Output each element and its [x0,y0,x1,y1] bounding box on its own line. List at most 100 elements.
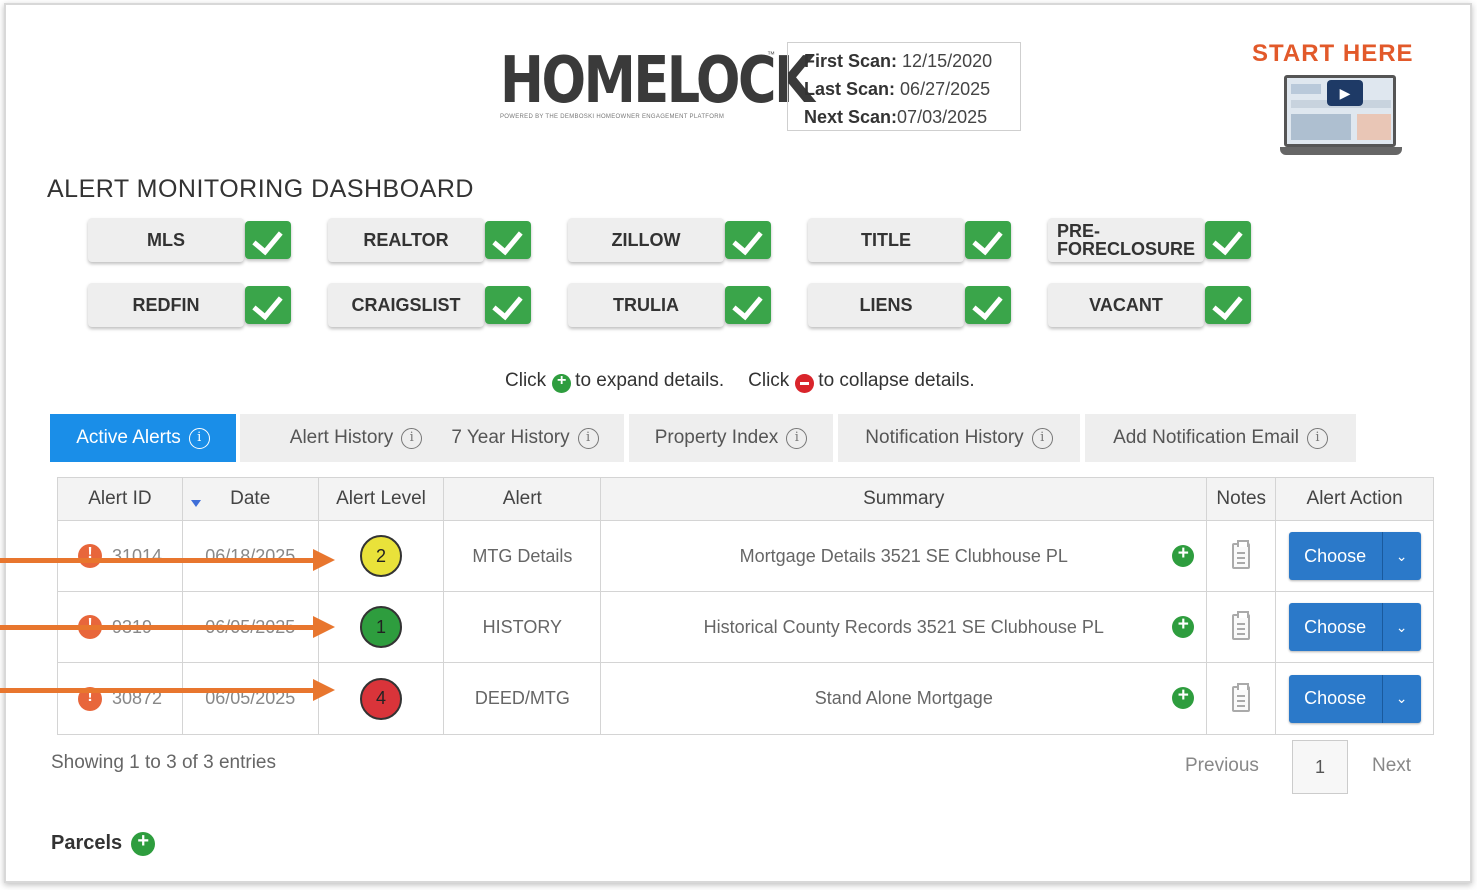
chevron-down-icon[interactable]: ⌄ [1383,532,1421,580]
summary-cell: Stand Alone Mortgage [601,663,1208,734]
source-label: REALTOR [328,218,484,262]
col-alert[interactable]: Alert [444,478,602,520]
first-scan: First Scan: 12/15/2020 [804,51,993,71]
col-summary[interactable]: Summary [601,478,1208,520]
date-cell: 06/05/2025 [183,663,319,734]
checkmark-icon [1205,286,1251,324]
pagination-page-1[interactable]: 1 [1292,740,1348,794]
col-notes[interactable]: Notes [1207,478,1277,520]
page-title: ALERT MONITORING DASHBOARD [47,175,474,203]
alert-level-badge: 2 [360,535,403,577]
source-label: TITLE [808,218,964,262]
choose-button[interactable]: Choose [1289,674,1383,723]
alerts-table: Alert ID Date Alert Level Alert Summary … [57,477,1434,735]
alert-level-badge: 1 [360,606,403,648]
start-here-label[interactable]: START HERE [1252,40,1414,68]
tab-add-notification-email[interactable]: Add Notification Email i [1085,414,1356,462]
source-title: TITLE [808,218,1011,262]
source-preforeclosure: PRE- FORECLOSURE [1048,218,1251,262]
pagination-previous[interactable]: Previous [1185,755,1259,777]
expand-plus-icon[interactable] [1172,543,1195,567]
homelock-logo: HOMELOCK POWERED BY THE DEMBOSKI HOMEOWN… [500,44,815,124]
entries-info: Showing 1 to 3 of 3 entries [51,752,276,773]
clipboard-icon[interactable] [1232,540,1251,569]
col-date[interactable]: Date [183,478,319,520]
tutorial-video-thumbnail[interactable]: ▶ [1280,75,1402,160]
chevron-down-icon[interactable]: ⌄ [1383,675,1421,723]
source-craigslist: CRAIGSLIST [328,283,531,327]
scan-dates-box: First Scan: 12/15/2020 Last Scan: 06/27/… [787,42,1021,131]
checkmark-icon [485,221,531,259]
checkmark-icon [245,221,291,259]
col-alert-level[interactable]: Alert Level [319,478,445,520]
source-label: CRAIGSLIST [328,283,484,327]
checkmark-icon [965,286,1011,324]
choose-action-dropdown[interactable]: Choose ⌄ [1288,603,1421,651]
trademark: ™ [767,50,775,59]
annotation-arrow [0,616,335,638]
tab-7-year-history[interactable]: 7 Year History i [426,414,624,462]
info-icon[interactable]: i [401,427,423,449]
alert-level-cell: 2 [319,521,445,591]
expand-plus-icon[interactable] [1172,685,1195,709]
chevron-down-icon[interactable]: ⌄ [1383,603,1421,651]
sort-desc-icon[interactable] [190,500,201,507]
source-label: ZILLOW [568,218,724,262]
source-vacant: VACANT [1048,283,1251,327]
pagination-next[interactable]: Next [1372,755,1411,777]
info-icon[interactable]: i [1031,427,1053,449]
notes-cell [1207,663,1277,734]
source-label: TRULIA [568,283,724,327]
table-row: 3087206/05/2025 4 DEED/MTGStand Alone Mort… [58,663,1433,734]
info-icon[interactable]: i [577,427,599,449]
clipboard-icon[interactable] [1232,611,1251,640]
plus-circle-icon [552,372,572,393]
checkmark-icon [485,286,531,324]
alert-level-badge: 4 [360,677,403,720]
source-label: LIENS [808,283,964,327]
alert-cell: DEED/MTG [444,663,602,734]
checkmark-icon [245,286,291,324]
alert-id-cell: 30872 [58,663,183,734]
alert-action-cell: Choose ⌄ [1276,663,1433,734]
info-icon[interactable]: i [786,427,808,449]
tab-property-index[interactable]: Property Index i [629,414,833,462]
logo-text: HOMELOCK [500,44,815,118]
expand-collapse-hint: Click to expand details. Click to collap… [505,370,975,393]
clipboard-icon[interactable] [1232,682,1251,712]
choose-button[interactable]: Choose [1289,532,1383,580]
warning-icon [78,544,102,568]
source-label: PRE- FORECLOSURE [1048,218,1204,262]
choose-action-dropdown[interactable]: Choose ⌄ [1288,532,1421,580]
summary-cell: Historical County Records 3521 SE Clubho… [601,592,1208,662]
laptop-screen-icon: ▶ [1284,75,1396,147]
alert-cell: MTG Details [444,521,602,591]
info-icon[interactable]: i [188,427,210,449]
tab-active-alerts[interactable]: Active Alerts i [50,414,236,462]
source-redfin: REDFIN [88,283,291,327]
source-label: MLS [88,218,244,262]
info-icon[interactable]: i [1306,427,1328,449]
alert-action-cell: Choose ⌄ [1276,592,1433,662]
source-liens: LIENS [808,283,1011,327]
choose-button[interactable]: Choose [1289,603,1383,651]
play-icon[interactable]: ▶ [1327,80,1363,106]
expand-plus-icon[interactable] [1172,614,1195,638]
table-row: 3101406/18/2025 2 MTG DetailsMortgage Deta… [58,521,1433,592]
col-alert-id[interactable]: Alert ID [58,478,183,520]
source-trulia: TRULIA [568,283,771,327]
plus-circle-icon[interactable] [131,830,156,856]
checkmark-icon [965,221,1011,259]
date-cell: 06/18/2025 [183,521,319,591]
annotation-arrow [0,549,335,571]
source-label: REDFIN [88,283,244,327]
next-scan: Next Scan:07/03/2025 [804,107,988,127]
tab-notification-history[interactable]: Notification History i [838,414,1080,462]
source-label: VACANT [1048,283,1204,327]
choose-action-dropdown[interactable]: Choose ⌄ [1288,674,1421,723]
col-alert-action[interactable]: Alert Action [1276,478,1433,520]
source-realtor: REALTOR [328,218,531,262]
parcels-section[interactable]: Parcels [51,830,159,856]
source-mls: MLS [88,218,291,262]
notes-cell [1207,592,1277,662]
